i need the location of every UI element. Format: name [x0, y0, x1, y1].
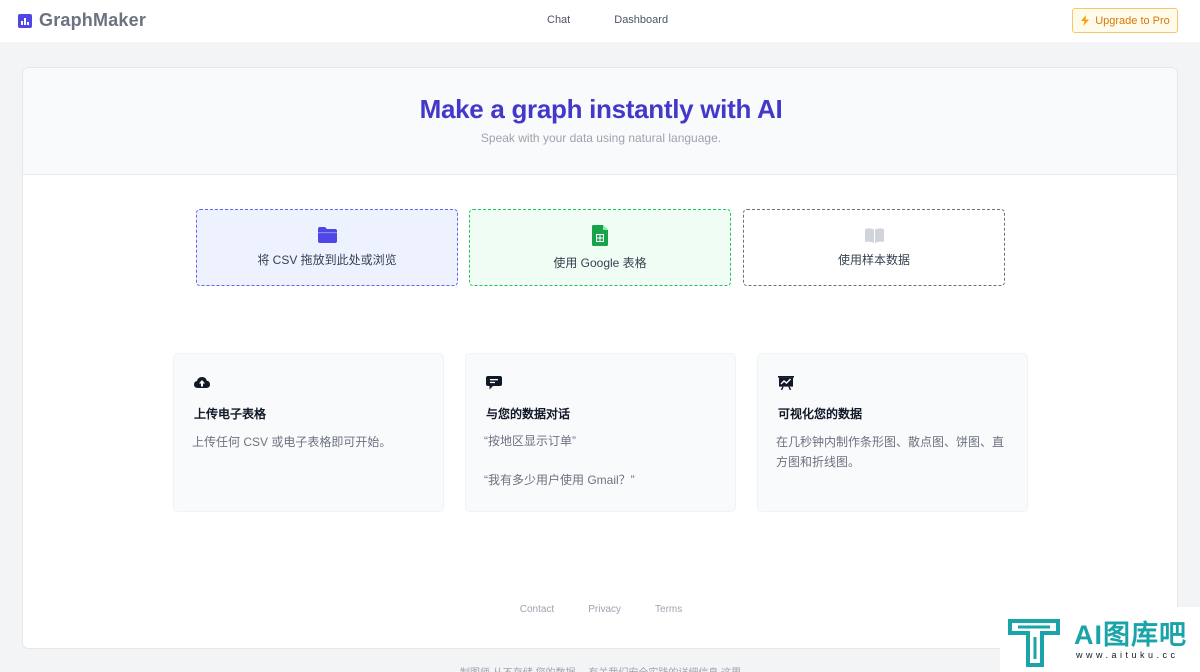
csv-dropzone-label: 将 CSV 拖放到此处或浏览 [257, 253, 397, 267]
book-icon [864, 227, 884, 243]
hero-subtitle: Speak with your data using natural langu… [480, 131, 722, 145]
feature-card-upload: 上传电子表格 上传任何 CSV 或电子表格即可开始。 [173, 353, 444, 512]
example-query: “按地区显示订单” [484, 434, 576, 448]
feature-description: 上传任何 CSV 或电子表格即可开始。 [192, 435, 392, 449]
presentation-chart-icon [778, 376, 794, 390]
bolt-icon [1081, 15, 1090, 26]
nav-dashboard-link[interactable]: Dashboard [614, 14, 668, 26]
google-sheets-option[interactable]: 使用 Google 表格 [469, 209, 731, 286]
brand-logo[interactable]: GraphMaker [18, 10, 146, 31]
sample-data-option[interactable]: 使用样本数据 [743, 209, 1005, 286]
watermark-title: AI图库吧 [1074, 620, 1187, 650]
feature-card-chat: 与您的数据对话 “按地区显示订单” “我有多少用户使用 Gmail？” [465, 353, 736, 512]
watermark-url: www.aituku.cc [1076, 650, 1179, 660]
sample-data-label: 使用样本数据 [837, 252, 910, 267]
hero-section: Make a graph instantly with AI Speak wit… [23, 68, 1177, 175]
watermark: AI图库吧 www.aituku.cc [1000, 607, 1200, 672]
brand-name: GraphMaker [39, 10, 147, 30]
main-card: Make a graph instantly with AI Speak wit… [22, 67, 1178, 649]
watermark-logo-icon [1008, 619, 1060, 667]
feature-description: 在几秒钟内制作条形图、散点图、饼图、直方图和折线图。 [776, 435, 1005, 469]
folder-icon [317, 227, 337, 243]
top-navbar: GraphMaker Chat Dashboard Upgrade to Pro [0, 0, 1200, 42]
upgrade-label: Upgrade to Pro [1095, 14, 1170, 27]
main-nav: Chat Dashboard [547, 14, 668, 26]
example-query: “我有多少用户使用 Gmail？” [484, 473, 635, 487]
chat-icon [486, 376, 502, 390]
footer-contact-link[interactable]: Contact [520, 604, 554, 615]
google-sheets-label: 使用 Google 表格 [553, 255, 647, 270]
feature-card-visualize: 可视化您的数据 在几秒钟内制作条形图、散点图、饼图、直方图和折线图。 [757, 353, 1028, 512]
nav-chat-link[interactable]: Chat [547, 14, 570, 26]
cloud-upload-icon [194, 377, 210, 388]
hero-title: Make a graph instantly with AI [419, 94, 783, 124]
footer-privacy-link[interactable]: Privacy [588, 604, 621, 615]
footer-terms-link[interactable]: Terms [655, 604, 682, 615]
chart-bar-icon [18, 13, 32, 28]
privacy-note: 制图师 从不存储 您的数据。 有关我们安全实践的详细信息 这里 [460, 664, 741, 672]
csv-dropzone[interactable]: 将 CSV 拖放到此处或浏览 [196, 209, 458, 286]
upgrade-button[interactable]: Upgrade to Pro [1072, 8, 1178, 33]
feature-title: 上传电子表格 [194, 407, 267, 421]
google-sheets-icon [592, 224, 608, 246]
feature-title: 与您的数据对话 [486, 407, 571, 421]
feature-title: 可视化您的数据 [778, 407, 863, 421]
